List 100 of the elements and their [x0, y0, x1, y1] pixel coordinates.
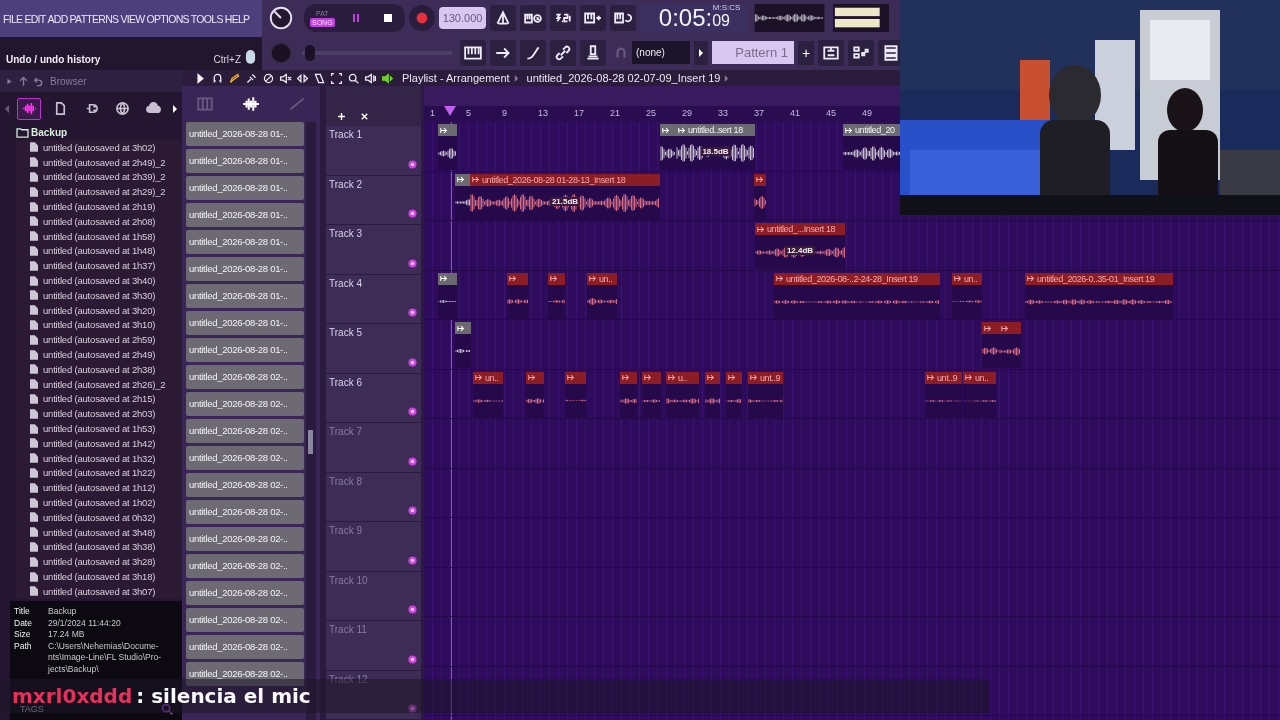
pencil-icon[interactable]: [228, 71, 241, 85]
browser-item[interactable]: untitled (autosaved at 3h28): [16, 554, 182, 570]
menu-item[interactable]: EDIT: [24, 12, 46, 25]
audio-clip[interactable]: [548, 272, 565, 319]
piano-keys-icon[interactable]: [460, 39, 486, 66]
right-arrow-icon[interactable]: [172, 104, 178, 113]
record-button[interactable]: [408, 4, 435, 31]
browser-item[interactable]: untitled (autosaved at 1h37): [16, 258, 182, 274]
pattern-item[interactable]: untitled_2026-08-28 02-..: [186, 581, 304, 605]
audio-clip[interactable]: [999, 322, 1021, 368]
pattern-item[interactable]: untitled_2026-08-28 01-..: [186, 203, 304, 227]
audio-clip[interactable]: un..: [473, 371, 503, 418]
browser-item[interactable]: untitled (autosaved at 1h12): [16, 480, 182, 496]
audio-clip[interactable]: untitled_20: [843, 124, 900, 170]
audio-clip[interactable]: untitled_2026-08-..2-24-28_Insert 19: [774, 272, 940, 319]
audio-clip[interactable]: un..: [952, 272, 982, 319]
audio-clip[interactable]: [754, 173, 766, 220]
track-header[interactable]: Track 2: [326, 175, 421, 225]
audio-clip[interactable]: [660, 124, 676, 170]
counter-icon[interactable]: [550, 4, 577, 31]
arrow-right-icon[interactable]: [490, 39, 516, 66]
zoom-icon[interactable]: [347, 71, 360, 85]
undo-icon[interactable]: [32, 75, 43, 87]
no-sign-icon[interactable]: [262, 71, 275, 85]
slice-icon[interactable]: [313, 71, 326, 85]
audio-clip[interactable]: untitled_2026-0..35-01_Insert 19: [1025, 272, 1173, 319]
arrow-button[interactable]: [694, 40, 708, 65]
magnet-icon[interactable]: [211, 71, 224, 85]
track-button-icon[interactable]: [408, 308, 417, 317]
pattern-item[interactable]: untitled_2026-08-28 02-..: [186, 473, 304, 497]
track-button-icon[interactable]: [408, 456, 417, 466]
track-button-icon[interactable]: [408, 357, 417, 367]
volume-knob[interactable]: [268, 4, 294, 31]
curve-icon[interactable]: [520, 39, 546, 66]
pattern-item[interactable]: untitled_2026-08-28 02-..: [186, 662, 304, 686]
pattern-item[interactable]: untitled_2026-08-28 01-..: [186, 338, 304, 362]
pattern-item[interactable]: untitled_2026-08-28 02-..: [186, 500, 304, 524]
keyboard-plus-icon[interactable]: [580, 4, 607, 31]
audio-clip[interactable]: unt..9: [748, 371, 783, 418]
pattern-item[interactable]: untitled_2026-08-28 01-..: [186, 176, 304, 200]
audio-clip[interactable]: [455, 173, 470, 220]
browser-item[interactable]: untitled (autosaved at 1h53): [16, 421, 182, 436]
close-icon[interactable]: [359, 111, 370, 122]
track-header[interactable]: Track 5: [326, 324, 421, 374]
browser-item[interactable]: untitled (autosaved at 2h29)_2: [16, 184, 182, 200]
select-icon[interactable]: [330, 71, 343, 85]
tempo-field[interactable]: 130.000: [438, 6, 487, 29]
menu-item[interactable]: ADD: [47, 12, 68, 25]
pattern-item[interactable]: untitled_2026-08-28 02-..: [186, 446, 304, 470]
browser-item[interactable]: untitled (autosaved at 2h49): [16, 347, 182, 362]
pattern-item[interactable]: untitled_2026-08-28 02-..: [186, 554, 304, 578]
pattern-item[interactable]: untitled_2026-08-28 02-..: [186, 635, 304, 659]
play-icon[interactable]: [194, 71, 207, 85]
track-button-icon[interactable]: [408, 605, 417, 614]
pattern-item[interactable]: untitled_2026-08-28 01-..: [186, 122, 304, 146]
track-header[interactable]: Track 6: [326, 373, 421, 423]
pattern-item[interactable]: untitled_2026-08-28 01-..: [186, 284, 304, 308]
browser-item[interactable]: untitled (autosaved at 2h59): [16, 332, 182, 348]
folder-item[interactable]: Backup: [16, 125, 182, 140]
track-button-icon[interactable]: [408, 506, 417, 515]
add-pattern-button[interactable]: +: [798, 40, 814, 65]
track-button-icon[interactable]: [408, 159, 417, 169]
audio-clip[interactable]: [455, 322, 471, 368]
audio-clip[interactable]: [642, 371, 661, 418]
audio-clip[interactable]: [726, 371, 742, 418]
audio-clip[interactable]: [438, 124, 457, 170]
track-button-icon[interactable]: [408, 209, 417, 218]
brush-icon[interactable]: [245, 71, 258, 85]
audio-clip[interactable]: unt..9: [925, 371, 962, 418]
waveform-icon[interactable]: [17, 97, 41, 120]
search-icon[interactable]: [160, 702, 174, 716]
keyboard-loop-icon[interactable]: [610, 4, 637, 31]
menu-item[interactable]: HELP: [224, 12, 250, 25]
track-button-icon[interactable]: [408, 704, 417, 713]
track-button-icon[interactable]: [408, 654, 417, 664]
up-arrow-icon[interactable]: [18, 75, 29, 87]
track-button-icon[interactable]: [408, 258, 417, 268]
browser-item[interactable]: untitled (autosaved at 3h40): [16, 273, 182, 288]
slip-icon[interactable]: [296, 71, 309, 85]
channel-dropdown[interactable]: (none): [632, 41, 690, 64]
pattern-item[interactable]: untitled_2026-08-28 02-..: [186, 392, 304, 416]
menu-item[interactable]: OPTIONS: [146, 12, 189, 25]
keyboard-clock-icon[interactable]: [520, 4, 547, 31]
audio-clip[interactable]: [620, 371, 637, 418]
audio-clip[interactable]: un..: [587, 272, 617, 319]
pattern-item[interactable]: untitled_2026-08-28 01-..: [186, 149, 304, 173]
track-header[interactable]: Track 1: [326, 126, 421, 176]
audio-clip[interactable]: [438, 272, 457, 319]
plus-icon[interactable]: [336, 111, 347, 122]
audio-clip[interactable]: [705, 371, 720, 418]
audio-clip[interactable]: [507, 272, 528, 319]
pattern-item[interactable]: untitled_2026-08-28 01-..: [186, 311, 304, 335]
breadcrumb[interactable]: untitled_2026-08-28 02-07-09_Insert 19: [526, 72, 721, 84]
left-arrow-icon[interactable]: [4, 104, 10, 113]
browser-item[interactable]: untitled (autosaved at 3h02): [16, 140, 182, 155]
menu-item[interactable]: VIEW: [120, 12, 145, 25]
speaker-icon[interactable]: [381, 71, 394, 85]
browser-item[interactable]: untitled (autosaved at 1h02): [16, 495, 182, 510]
browser-item[interactable]: untitled (autosaved at 2h03): [16, 406, 182, 422]
browser-item[interactable]: untitled (autosaved at 3h18): [16, 569, 182, 584]
